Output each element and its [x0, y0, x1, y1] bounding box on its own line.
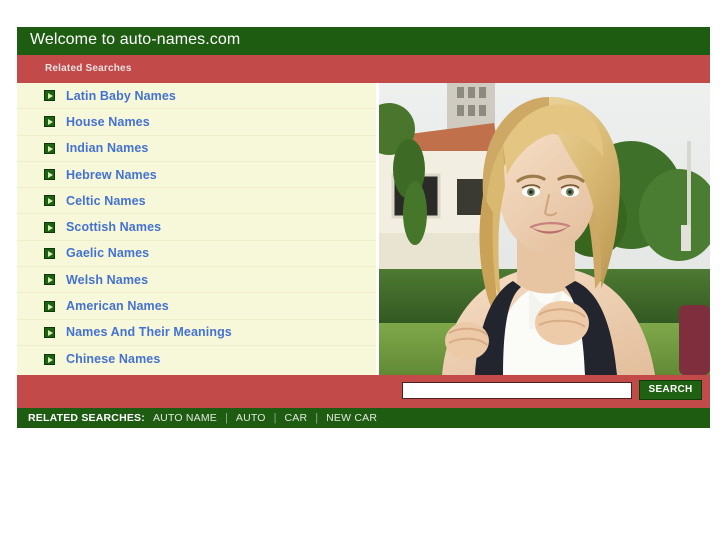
footer-label: RELATED SEARCHES: — [28, 412, 145, 424]
related-searches-header-label: Related Searches — [45, 63, 132, 74]
footer-related-searches-bar: RELATED SEARCHES: AUTO NAME | AUTO | CAR | NEW… — [17, 408, 710, 428]
arrow-right-icon — [44, 274, 55, 286]
related-search-item[interactable]: Welsh Names — [17, 267, 376, 294]
page-title-bar: Welcome to auto-names.com — [17, 27, 710, 55]
search-button[interactable]: SEARCH — [639, 380, 702, 400]
related-search-link[interactable]: Names And Their Meanings — [66, 325, 232, 339]
page-title: Welcome to auto-names.com — [30, 31, 241, 48]
footer-separator: | — [315, 412, 319, 424]
related-search-item[interactable]: American Names — [17, 293, 376, 320]
arrow-right-icon — [44, 300, 55, 312]
related-search-item[interactable]: Indian Names — [17, 136, 376, 162]
footer-link[interactable]: AUTO NAME — [153, 412, 217, 424]
footer-separator: | — [273, 412, 277, 424]
related-searches-header-bar: Related Searches — [17, 55, 710, 83]
related-search-link[interactable]: Indian Names — [66, 141, 148, 155]
arrow-right-icon — [44, 353, 55, 365]
related-search-link[interactable]: Scottish Names — [66, 220, 161, 234]
arrow-right-icon — [44, 90, 55, 102]
hero-photo — [379, 83, 710, 375]
content-frame: Welcome to auto-names.com Related Search… — [17, 27, 710, 428]
arrow-right-icon — [44, 326, 55, 338]
arrow-right-icon — [44, 195, 55, 207]
footer-link[interactable]: NEW CAR — [326, 412, 377, 424]
related-search-item[interactable]: Scottish Names — [17, 214, 376, 241]
footer-separator: | — [225, 412, 228, 424]
related-searches-list: Latin Baby Names House Names Indian Names H… — [17, 83, 376, 375]
footer-link[interactable]: AUTO — [236, 412, 266, 424]
related-search-link[interactable]: Chinese Names — [66, 352, 160, 366]
related-search-item[interactable]: House Names — [17, 109, 376, 136]
related-search-link[interactable]: American Names — [66, 299, 169, 313]
related-search-item[interactable]: Chinese Names — [17, 346, 376, 372]
footer-links: AUTO NAME | AUTO | CAR | NEW CAR — [153, 412, 377, 424]
search-bar: SEARCH — [17, 375, 710, 408]
footer-link[interactable]: CAR — [285, 412, 308, 424]
body-row: Latin Baby Names House Names Indian Names H… — [17, 83, 710, 375]
arrow-right-icon — [44, 169, 55, 181]
related-search-item[interactable]: Celtic Names — [17, 188, 376, 215]
related-search-link[interactable]: Hebrew Names — [66, 168, 157, 182]
arrow-right-icon — [44, 221, 55, 233]
related-search-link[interactable]: Welsh Names — [66, 273, 148, 287]
related-search-link[interactable]: Celtic Names — [66, 194, 146, 208]
related-search-link[interactable]: Latin Baby Names — [66, 89, 176, 103]
page-root: Welcome to auto-names.com Related Search… — [0, 0, 727, 545]
arrow-right-icon — [44, 142, 55, 154]
search-input[interactable] — [402, 382, 632, 399]
arrow-right-icon — [44, 247, 55, 259]
related-search-link[interactable]: Gaelic Names — [66, 246, 149, 260]
hero-photo-image — [379, 83, 710, 375]
related-search-item[interactable]: Latin Baby Names — [17, 83, 376, 110]
related-search-item[interactable]: Hebrew Names — [17, 162, 376, 189]
related-search-item[interactable]: Names And Their Meanings — [17, 320, 376, 346]
arrow-right-icon — [44, 116, 55, 128]
related-search-item[interactable]: Gaelic Names — [17, 241, 376, 268]
related-search-link[interactable]: House Names — [66, 115, 150, 129]
